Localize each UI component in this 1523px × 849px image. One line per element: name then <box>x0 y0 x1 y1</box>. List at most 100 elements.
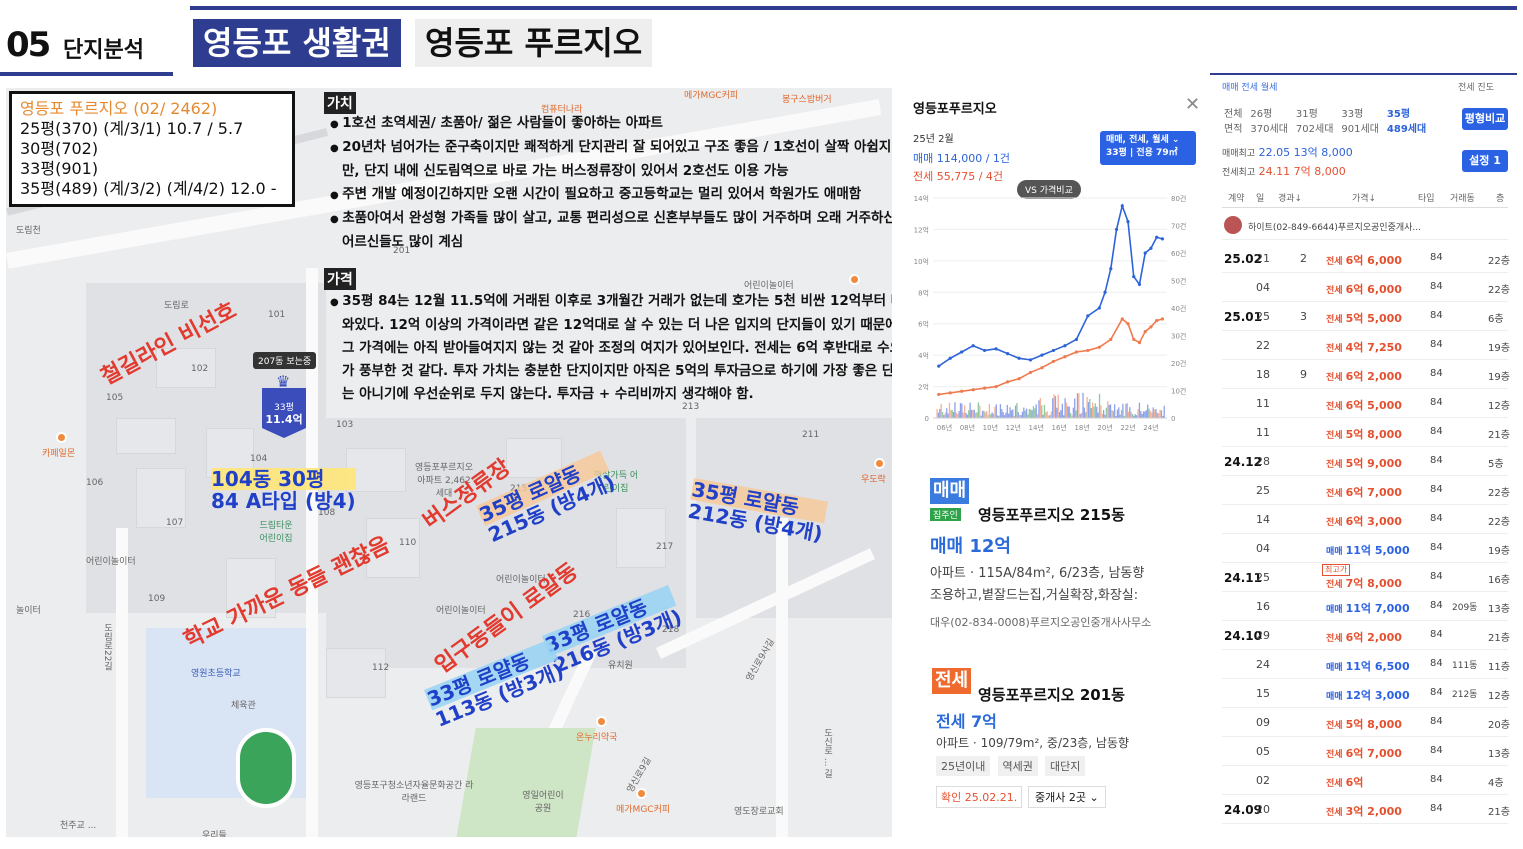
size-tab-selected[interactable]: 35평 <box>1387 108 1432 121</box>
x-tick-label: 14년 <box>1029 423 1044 432</box>
col-type[interactable]: 타입 <box>1418 191 1435 204</box>
table-row[interactable]: 11 전세 5억 8,000 84 21층 <box>1222 418 1510 447</box>
table-row[interactable]: 24.10 29 전세 6억 2,000 84 21층 <box>1222 621 1510 650</box>
col-dong[interactable]: 거래동 <box>1450 191 1475 204</box>
col-price[interactable]: 가격↓ <box>1352 191 1376 204</box>
row-trade-kind: 전세 <box>1326 402 1343 412</box>
cafe-icon[interactable] <box>636 788 647 799</box>
y2-tick-label: 30건 <box>1171 332 1186 341</box>
size-compare-button[interactable]: 평형비교 <box>1462 108 1508 130</box>
trade-type-filter[interactable]: 매매, 전세, 월세 ⌄ 33평 | 전용 79㎡ <box>1100 131 1196 165</box>
close-icon[interactable]: ✕ <box>1185 94 1200 115</box>
table-row[interactable]: 05 전세 6억 7,000 84 13층 <box>1222 737 1510 766</box>
price-history-chart[interactable]: 0 2억 4억 6억 8억 10억 12억 14억 0 10건 20건 30건 40건 50건 60건 70건… <box>905 188 1205 440</box>
listing-card-sale[interactable]: 매매 집주인 영등포푸르지오 215동 매매 12억 아파트 · 115A/84… <box>922 478 1200 638</box>
poi-icon[interactable] <box>849 274 860 285</box>
size-tab[interactable]: 33평 <box>1341 108 1385 121</box>
volume-bar <box>992 413 995 418</box>
listing-card-rent[interactable]: 전세 영등포푸르지오 201동 전세 7억 아파트 · 109/79m², 중/… <box>922 668 1200 808</box>
table-row[interactable]: 11 전세 6억 5,000 84 12층 <box>1222 389 1510 418</box>
map-road <box>776 518 788 837</box>
data-point <box>1109 337 1113 342</box>
info-line: 25평(370) (계/3/1) 10.7 / 5.7 <box>20 119 244 138</box>
volume-bar <box>1127 411 1130 418</box>
map-label-school: 영원초등학교 <box>191 669 241 679</box>
volume-bar <box>1087 401 1090 418</box>
poi-label[interactable]: 메가MGC커피 <box>684 88 738 101</box>
poi-label[interactable]: 메가MGC커피 <box>616 802 670 815</box>
poi-label[interactable]: 카페일몬 <box>42 446 75 459</box>
col-floor[interactable]: 층 <box>1496 191 1504 204</box>
table-row[interactable]: 18 9 전세 6억 2,000 84 19층 <box>1222 360 1510 389</box>
volume-bar <box>1021 411 1024 418</box>
settings-button[interactable]: 설정 1 <box>1462 150 1508 172</box>
col-day[interactable]: 일 <box>1256 191 1264 204</box>
table-row[interactable]: 24.12 28 전세 5억 9,000 84 5층 <box>1222 447 1508 476</box>
volume-bar <box>950 409 952 418</box>
cafe-icon[interactable] <box>56 432 67 443</box>
block-number: 104 <box>250 454 268 464</box>
table-row[interactable]: 04 매매 11억 5,000 84 19층 <box>1222 534 1510 563</box>
volume-bar <box>1152 407 1154 418</box>
row-day: 15 <box>1256 687 1270 700</box>
row-price-value: 6억 7,000 <box>1345 486 1402 499</box>
row-day: 25 <box>1256 484 1270 497</box>
size-tab[interactable]: 31평 <box>1296 108 1340 121</box>
info-line: 영등포 푸르지오 (02/ 2462) <box>20 99 218 118</box>
volume-bar <box>1108 404 1110 418</box>
volume-bar <box>1023 407 1025 418</box>
y-tick-label: 8억 <box>918 289 929 297</box>
data-point <box>1017 356 1021 360</box>
table-row[interactable]: 02 전세 6억 84 4층 <box>1222 766 1508 795</box>
table-row[interactable]: 25.01 25 3 전세 5억 5,000 84 6층 <box>1222 302 1508 331</box>
broker-row[interactable]: 하이트(02-849-6644)푸르지오공인중개사... <box>1222 212 1508 240</box>
table-row[interactable]: 22 전세 4억 7,250 84 19층 <box>1222 331 1510 360</box>
row-floor: 22층 <box>1488 285 1510 296</box>
table-row[interactable]: 25.02 21 2 전세 6억 6,000 84 22층 <box>1222 244 1510 273</box>
restaurant-icon[interactable] <box>874 458 885 469</box>
verified-badge: 집주인 <box>930 508 961 521</box>
row-day: 02 <box>1256 774 1270 787</box>
table-row[interactable]: 14 전세 6억 3,000 84 22층 <box>1222 505 1510 534</box>
row-price-value: 11억 6,500 <box>1345 660 1410 673</box>
poi-label[interactable]: 온누리약국 <box>576 730 617 743</box>
volume-bar <box>1112 410 1114 418</box>
building-pin[interactable]: 33평 11.4억 <box>262 388 306 438</box>
volume-bar <box>959 403 962 418</box>
table-row[interactable]: 16 매매 11억 7,000 84 209동 13층 <box>1222 592 1510 621</box>
col-contract[interactable]: 계약 <box>1228 191 1245 204</box>
broker-dropdown[interactable]: 중개사 2곳 ⌄ <box>1028 786 1106 808</box>
size-count: 901세대 <box>1341 124 1379 135</box>
row-area: 84 <box>1430 542 1443 553</box>
row-day: 25 <box>1256 571 1270 584</box>
table-row[interactable]: 24 매매 11억 6,500 84 111동 11층 <box>1222 650 1510 679</box>
size-tab[interactable]: 26평 <box>1250 108 1294 121</box>
table-row[interactable]: 24.09 20 전세 3억 2,000 84 21층 <box>1222 795 1510 824</box>
row-day: 11 <box>1256 397 1270 410</box>
size-tab[interactable]: 전체 <box>1224 108 1248 121</box>
poi-label[interactable]: 봉구스밥버거 <box>782 92 832 105</box>
data-point <box>1143 251 1147 255</box>
record-high-badge: 최고가 <box>1322 564 1351 576</box>
feature-chip: 25년이내 <box>936 756 991 776</box>
listing-broker: 대우(02-834-0008)푸르지오공인중개사사무소 <box>930 616 1152 629</box>
data-point <box>1132 274 1136 279</box>
pharmacy-icon[interactable] <box>596 716 607 727</box>
trade-tabs-cut[interactable]: 매매 전세 월세 <box>1222 80 1277 93</box>
poi-label[interactable]: 우도락 <box>861 472 886 485</box>
table-row[interactable]: 15 매매 12억 3,000 84 212동 12층 <box>1222 679 1510 708</box>
volume-bar <box>1054 396 1057 418</box>
listing-price: 전세 7억 <box>936 712 997 731</box>
volume-bar <box>1039 397 1041 418</box>
col-elapsed[interactable]: 경과↓ <box>1278 191 1302 204</box>
table-row[interactable]: 25 전세 6억 7,000 84 22층 <box>1222 476 1510 505</box>
y-tick-label: 4억 <box>918 352 929 360</box>
map-view[interactable]: 도림로 도림로22길 영원초등학교 체육관 영등포푸르지오 아파트 2,462세… <box>6 88 892 837</box>
row-trade-kind: 전세 <box>1326 779 1343 789</box>
trade-option-cut[interactable]: 전세 진도 <box>1458 80 1494 93</box>
y-tick-label: 6억 <box>918 321 929 329</box>
table-row[interactable]: 09 전세 5억 8,000 84 20층 <box>1222 708 1510 737</box>
table-row[interactable]: 04 전세 6억 6,000 84 22층 <box>1222 273 1510 302</box>
row-trade-kind: 전세 <box>1326 315 1343 325</box>
table-row[interactable]: 24.11 25 전세 7억 8,000 84 16층 최고가 <box>1222 563 1510 592</box>
